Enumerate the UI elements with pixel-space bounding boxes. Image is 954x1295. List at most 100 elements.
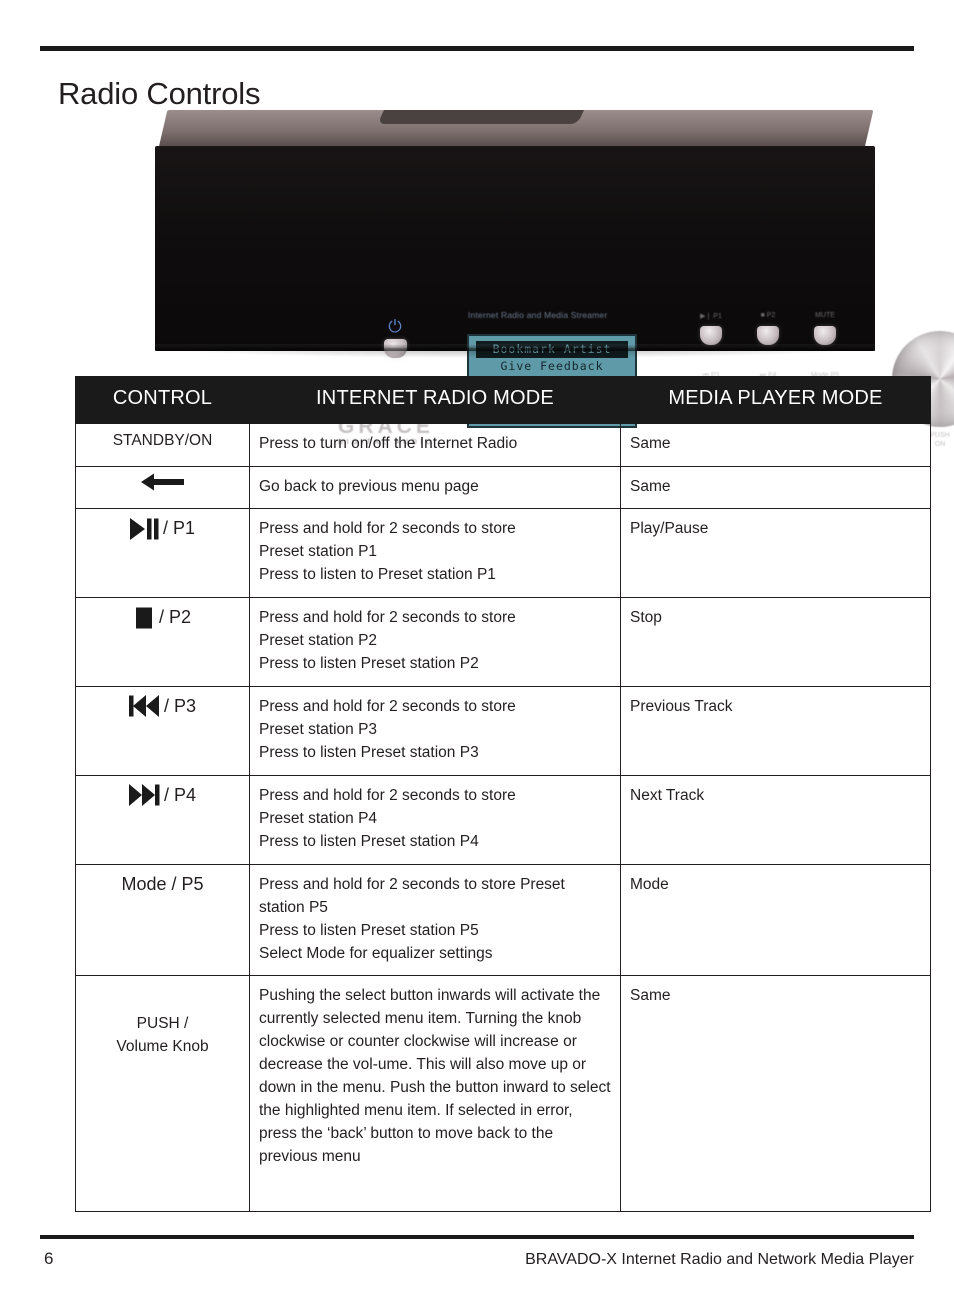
table-row: / P1 Press and hold for 2 seconds to sto… <box>75 508 931 599</box>
control-icon-group-p1: / P1 <box>129 515 196 542</box>
control-cell-p1: / P1 <box>75 508 250 599</box>
internet-radio-cell-back: Go back to previous menu page <box>249 465 621 510</box>
desc-line: Press and hold for 2 seconds to store <box>259 698 516 716</box>
device-preset-label-p1: ▶❘ P1 <box>700 313 722 320</box>
desc-line: Press and hold for 2 seconds to store <box>259 520 516 538</box>
radio-controls-table: CONTROL INTERNET RADIO MODE MEDIA PLAYER… <box>75 376 931 1213</box>
table-row: PUSH / Volume Knob Pushing the select bu… <box>75 975 931 1213</box>
media-player-cell-p1: Play/Pause <box>620 508 931 599</box>
control-label-p5: Mode / P5 <box>121 873 204 894</box>
desc-line: Press and hold for 2 seconds to store <box>259 609 516 627</box>
header-rule <box>40 46 914 51</box>
desc-line: Press to listen Preset station P5 <box>259 921 479 939</box>
back-arrow-icon <box>140 473 185 491</box>
desc-line: Press to listen to Preset station P1 <box>259 566 496 584</box>
control-label-volume-knob: PUSH / Volume Knob <box>116 1015 209 1056</box>
desc-line: Same <box>630 434 671 452</box>
control-cell-p5: Mode / P5 <box>75 863 250 977</box>
media-player-cell-volume-knob: Same <box>620 975 931 1213</box>
internet-radio-cell-standby-on: Press to turn on/off the Internet Radio <box>249 422 621 467</box>
desc-line: Go back to previous menu page <box>259 477 479 495</box>
control-label-p3: / P3 <box>163 696 197 717</box>
control-icon-group-p3: / P3 <box>128 693 197 720</box>
desc-line: Press to turn on/off the Internet Radio <box>259 434 518 452</box>
footer-product-name: BRAVADO-X Internet Radio and Network Med… <box>525 1251 914 1268</box>
internet-radio-cell-volume-knob: Pushing the select button inwards will a… <box>249 975 621 1213</box>
desc-line: Press to listen Preset station P2 <box>259 655 479 673</box>
control-cell-p3: / P3 <box>75 686 250 776</box>
page-number: 6 <box>44 1249 54 1268</box>
stop-icon <box>134 607 156 629</box>
control-label-p2: / P2 <box>158 607 192 628</box>
internet-radio-cell-p2: Press and hold for 2 seconds to store Pr… <box>249 597 621 688</box>
desc-line: Same <box>630 477 671 495</box>
table-row: STANDBY/ON Press to turn on/off the Inte… <box>75 422 931 467</box>
device-mute-label: MUTE <box>815 312 835 319</box>
desc-line: Preset station P3 <box>259 721 378 739</box>
device-shadow <box>161 348 869 358</box>
lcd-line-2: Give Feedback <box>500 359 604 373</box>
desc-line: Select Mode for equalizer settings <box>259 944 493 962</box>
control-icon-group-p4: / P4 <box>128 782 197 809</box>
desc-line: Preset station P1 <box>259 543 378 561</box>
device-banner-text: Internet Radio and Media Streamer <box>468 310 608 320</box>
desc-line: Pushing the select button inwards will a… <box>259 987 611 1166</box>
device-top-panel <box>158 110 874 148</box>
control-cell-p2: / P2 <box>75 597 250 688</box>
internet-radio-cell-p5: Press and hold for 2 seconds to store Pr… <box>249 863 621 977</box>
column-header-media-player-mode: MEDIA PLAYER MODE <box>620 376 931 424</box>
desc-line: Play/Pause <box>630 520 709 538</box>
media-player-cell-back: Same <box>620 465 931 510</box>
table-row: Go back to previous menu page Same <box>75 465 931 510</box>
device-preset-button-p1[interactable]: ▶❘ P1 <box>683 312 739 345</box>
media-player-cell-p4: Next Track <box>620 774 931 865</box>
radio-device-image: ⏻ Internet Radio and Media Streamer GRAC… <box>155 110 954 448</box>
media-player-cell-p5: Mode <box>620 863 931 977</box>
desc-line: Preset station P2 <box>259 632 378 650</box>
table-row: / P4 Press and hold for 2 seconds to sto… <box>75 774 931 865</box>
media-player-cell-p2: Stop <box>620 597 931 688</box>
control-label-standby-on: STANDBY/ON <box>112 431 213 449</box>
column-header-control: CONTROL <box>75 376 250 424</box>
device-mute-cap[interactable] <box>814 326 836 345</box>
desc-line: Press and hold for 2 seconds to store <box>259 786 516 804</box>
previous-track-icon <box>128 695 161 718</box>
desc-line: Mode <box>630 875 669 893</box>
device-preset-cap-p1[interactable] <box>700 326 722 345</box>
table-row: / P3 Press and hold for 2 seconds to sto… <box>75 686 931 776</box>
desc-line: Next Track <box>630 786 705 804</box>
desc-line: Same <box>630 987 671 1005</box>
control-label-p4: / P4 <box>163 784 197 805</box>
desc-line: Press and hold for 2 seconds to store Pr… <box>259 875 565 916</box>
device-mute-button[interactable]: MUTE <box>797 312 853 345</box>
device-preset-button-p2[interactable]: ■ P2 <box>740 312 796 345</box>
footer-rule <box>40 1235 914 1239</box>
desc-line: Previous Track <box>630 698 733 716</box>
control-icon-group-p2: / P2 <box>134 604 191 631</box>
internet-radio-cell-p4: Press and hold for 2 seconds to store Pr… <box>249 774 621 865</box>
control-cell-volume-knob: PUSH / Volume Knob <box>75 975 250 1213</box>
control-cell-standby-on: STANDBY/ON <box>75 422 250 467</box>
desc-line: Preset station P4 <box>259 809 378 827</box>
device-front-panel: ⏻ Internet Radio and Media Streamer GRAC… <box>155 146 954 448</box>
media-player-cell-p3: Previous Track <box>620 686 931 776</box>
media-player-cell-standby-on: Same <box>620 422 931 467</box>
device-top-notch <box>377 110 585 124</box>
page-title: Radio Controls <box>58 75 261 111</box>
control-cell-p4: / P4 <box>75 774 250 865</box>
table-row: Mode / P5 Press and hold for 2 seconds t… <box>75 863 931 977</box>
device-preset-cap-p2[interactable] <box>757 326 779 345</box>
table-header-row: CONTROL INTERNET RADIO MODE MEDIA PLAYER… <box>75 376 931 424</box>
column-header-internet-radio-mode: INTERNET RADIO MODE <box>249 376 621 424</box>
device-preset-label-p2: ■ P2 <box>760 312 776 319</box>
internet-radio-cell-p1: Press and hold for 2 seconds to store Pr… <box>249 508 621 599</box>
control-label-p1: / P1 <box>162 518 196 539</box>
desc-line: Stop <box>630 609 662 627</box>
power-symbol-icon: ⏻ <box>388 317 402 336</box>
control-cell-back <box>75 465 250 510</box>
play-pause-icon <box>129 517 160 540</box>
table-row: / P2 Press and hold for 2 seconds to sto… <box>75 597 931 688</box>
internet-radio-cell-p3: Press and hold for 2 seconds to store Pr… <box>249 686 621 776</box>
next-track-icon <box>128 784 161 807</box>
desc-line: Press to listen Preset station P3 <box>259 743 479 761</box>
